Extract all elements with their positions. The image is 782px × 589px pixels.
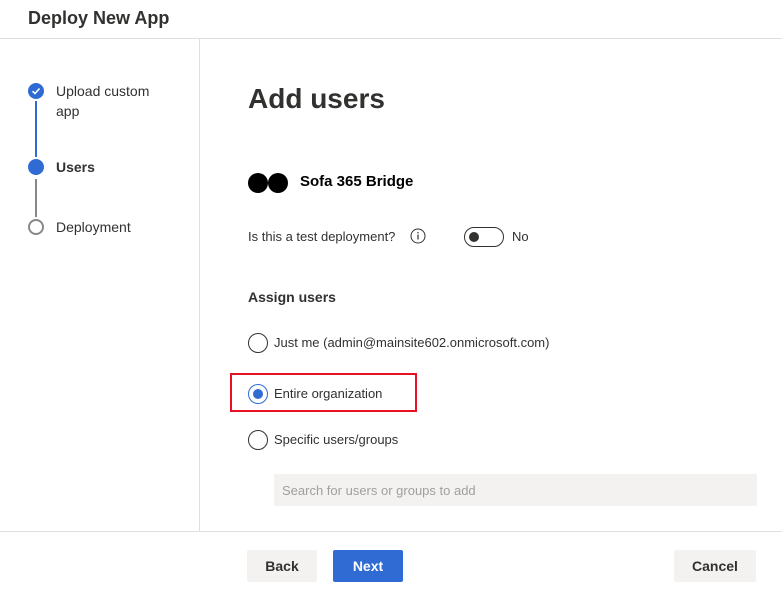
steps-sidebar: Upload custom app Users Deployment: [0, 39, 200, 531]
checkmark-icon: [28, 83, 44, 99]
search-users-input[interactable]: [274, 474, 757, 506]
panel-footer: Back Next Cancel: [0, 531, 782, 589]
radio-button[interactable]: [248, 333, 268, 353]
current-step-icon: [28, 159, 44, 175]
step-label: Deployment: [56, 219, 131, 235]
step-connector: [35, 101, 37, 157]
app-logo-icon: [248, 173, 290, 193]
radio-label: Entire organization: [274, 386, 383, 401]
assign-users-title: Assign users: [248, 289, 336, 305]
page-title: Add users: [248, 83, 385, 114]
app-name: Sofa 365 Bridge: [300, 173, 414, 190]
test-deployment-row: Is this a test deployment? No: [248, 227, 568, 249]
toggle-knob: [469, 232, 479, 242]
toggle-state-text: No: [512, 229, 529, 244]
step-label: Upload custom app: [56, 83, 150, 119]
test-deployment-toggle[interactable]: [464, 227, 504, 247]
radio-button[interactable]: [248, 430, 268, 450]
next-button[interactable]: Next: [333, 550, 403, 582]
panel-header: Deploy New App: [0, 0, 782, 39]
radio-button-checked[interactable]: [248, 384, 268, 404]
back-button[interactable]: Back: [247, 550, 317, 582]
main-content: Add users Sofa 365 Bridge Is this a test…: [200, 39, 782, 531]
radio-label: Specific users/groups: [274, 432, 399, 447]
step-label: Users: [56, 159, 95, 175]
radio-label: Just me (admin@mainsite602.onmicrosoft.c…: [274, 335, 550, 350]
cancel-button[interactable]: Cancel: [674, 550, 756, 582]
step-connector: [35, 179, 37, 217]
info-icon[interactable]: [410, 228, 426, 249]
pending-step-icon: [28, 219, 44, 235]
panel-title: Deploy New App: [28, 8, 170, 28]
test-deployment-label: Is this a test deployment?: [248, 229, 396, 244]
